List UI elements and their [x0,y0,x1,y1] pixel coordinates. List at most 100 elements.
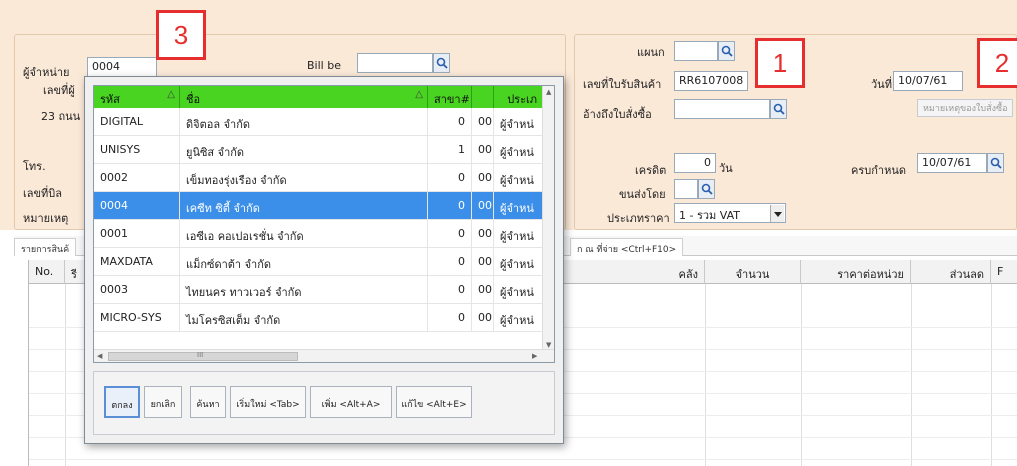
row-sub: 00 [472,304,494,332]
ref-po-input[interactable] [674,99,770,119]
row-name: เข็มทองรุ่งเรือง จำกัด [180,164,428,192]
row-name: เอซีเอ คอเปอเรชั่น จำกัด [180,220,428,248]
goods-receipt-window: ผู้จำหน่าย 0004 เลขที่ผู้ 23 ถนน Bill be… [0,0,1017,466]
table-row[interactable]: 0002 เข็มทองรุ่งเรือง จำกัด 0 00 ผู้จำหน… [94,164,544,192]
row-branch: 1 [428,136,472,164]
shipped-by-lookup-button[interactable] [698,179,715,199]
ref-po-lookup-button[interactable] [770,99,787,119]
row-code: DIGITAL [94,108,180,136]
new-button[interactable]: เริ่มใหม่ <Tab> [230,386,306,418]
row-sub: 00 [472,276,494,304]
row-name: เคซีท ซิตี้ จำกัด [180,192,428,220]
billto-label: Bill be [307,59,341,72]
marker-2: 2 [977,38,1017,88]
note-label: หมายเหตุ [23,212,69,225]
row-name: ไมโครซิสเต็ม จำกัด [180,304,428,332]
receipt-no-label: เลขที่ใบรับสินค้า [583,78,662,91]
row-code: MICRO-SYS [94,304,180,332]
table-row[interactable]: UNISYS ยูนิซิส จำกัด 1 00 ผู้จำหน่ [94,136,544,164]
search-button[interactable]: ค้นหา [190,386,226,418]
row-code: MAXDATA [94,248,180,276]
row-code: UNISYS [94,136,180,164]
due-date-input[interactable]: 10/07/61 [917,153,987,173]
price-type-select[interactable]: 1 - รวม VAT [674,203,786,223]
table-row-selected[interactable]: 0004 เคซีท ซิตี้ จำกัด 0 00 ผู้จำหน่ [94,192,544,220]
table-row[interactable]: MAXDATA แม็กซ์ดาต้า จำกัด 0 00 ผู้จำหน่ [94,248,544,276]
row-code: 0004 [94,192,180,220]
row-type: ผู้จำหน่ [494,304,544,332]
phone-label: โทร. [23,160,46,173]
col-qty[interactable]: จำนวน [705,260,801,284]
scroll-right-icon[interactable]: ▶ [532,352,537,360]
row-code: 0001 [94,220,180,248]
shipped-by-input[interactable] [674,179,698,199]
row-type: ผู้จำหน่ [494,220,544,248]
horizontal-scrollbar[interactable]: ◀ III ▶ [94,349,554,362]
row-sub: 00 [472,192,494,220]
tab-items[interactable]: รายการสินค้ [14,238,77,256]
supplier-code-input[interactable]: 0004 [87,57,157,77]
price-type-value: 1 - รวม VAT [679,209,741,222]
dept-input[interactable] [674,41,718,61]
table-row[interactable]: DIGITAL ดิจิตอล จำกัด 0 00 ผู้จำหน่ [94,108,544,136]
magnifier-icon [773,103,785,115]
popup-col-name[interactable]: ชื่อ △ [180,86,428,108]
row-branch: 0 [428,304,472,332]
date-input[interactable]: 10/07/61 [893,71,963,91]
billto-input[interactable] [357,53,433,73]
row-type: ผู้จำหน่ [494,192,544,220]
due-date-picker-button[interactable] [987,153,1004,173]
dept-label: แผนก [637,46,665,59]
table-row[interactable]: 0003 ไทยนคร ทาวเวอร์ จำกัด 0 00 ผู้จำหน่ [94,276,544,304]
marker-3: 3 [156,10,206,60]
edit-button[interactable]: แก้ไข <Alt+E> [396,386,472,418]
scroll-up-icon[interactable]: ▲ [546,88,551,96]
cancel-button[interactable]: ยกเลิก [144,386,182,418]
row-branch: 0 [428,164,472,192]
receipt-no-input[interactable]: RR6107008 [674,71,748,91]
table-row[interactable]: 0001 เอซีเอ คอเปอเรชั่น จำกัด 0 00 ผู้จำ… [94,220,544,248]
col-discount[interactable]: ส่วนลด [911,260,991,284]
credit-days-input[interactable]: 0 [674,153,716,173]
scroll-grip: III [197,351,204,359]
ok-button[interactable]: ตกลง [104,386,140,418]
table-row[interactable]: MICRO-SYS ไมโครซิสเต็ม จำกัด 0 00 ผู้จำห… [94,304,544,332]
col-f[interactable]: F [991,260,1017,284]
marker-1: 1 [755,38,805,88]
row-sub: 00 [472,164,494,192]
popup-col-code[interactable]: รหัส △ [94,86,180,108]
scroll-left-icon[interactable]: ◀ [97,352,102,360]
popup-col-branch[interactable]: สาขา# [428,86,472,108]
vertical-scrollbar[interactable]: ▲ ▼ [542,86,554,351]
credit-unit-label: วัน [719,162,733,175]
sort-triangle-icon: △ [167,89,175,100]
row-sub: 00 [472,108,494,136]
scroll-thumb[interactable]: III [108,351,298,361]
popup-col-type[interactable]: ประเภ [494,86,544,108]
tab-withholding[interactable]: ก ณ ที่จ่าย <Ctrl+F10> [570,238,684,256]
row-branch: 0 [428,192,472,220]
col-warehouse[interactable]: คลัง [565,260,705,284]
dept-lookup-button[interactable] [718,41,735,61]
price-type-label: ประเภทราคา [607,212,670,225]
billto-lookup-button[interactable] [433,53,450,73]
supplier-lookup-table: รหัส △ ชื่อ △ สาขา# ประเภ DIGITAL ดิจิตอ… [93,85,555,363]
col-no[interactable]: No. [29,260,65,284]
add-button[interactable]: เพิ่ม <Alt+A> [310,386,392,418]
scroll-down-icon[interactable]: ▼ [546,341,551,349]
row-sub: 00 [472,136,494,164]
row-sub: 00 [472,248,494,276]
taxid-label: เลขที่ผู้ [43,84,75,97]
row-name: ไทยนคร ทาวเวอร์ จำกัด [180,276,428,304]
supplier-lookup-dialog: รหัส △ ชื่อ △ สาขา# ประเภ DIGITAL ดิจิตอ… [84,76,564,444]
shipped-by-label: ขนส่งโดย [619,188,666,201]
address-label: 23 ถนน [41,110,81,123]
row-type: ผู้จำหน่ [494,136,544,164]
credit-label: เครดิต [635,164,667,177]
row-type: ผู้จำหน่ [494,248,544,276]
row-branch: 0 [428,248,472,276]
po-note-button[interactable]: หมายเหตุของใบสั่งซื้อ [917,99,1013,117]
due-date-label: ครบกำหนด [851,164,906,177]
col-unit-price[interactable]: ราคาต่อหน่วย [801,260,911,284]
popup-col-sub[interactable] [472,86,494,108]
